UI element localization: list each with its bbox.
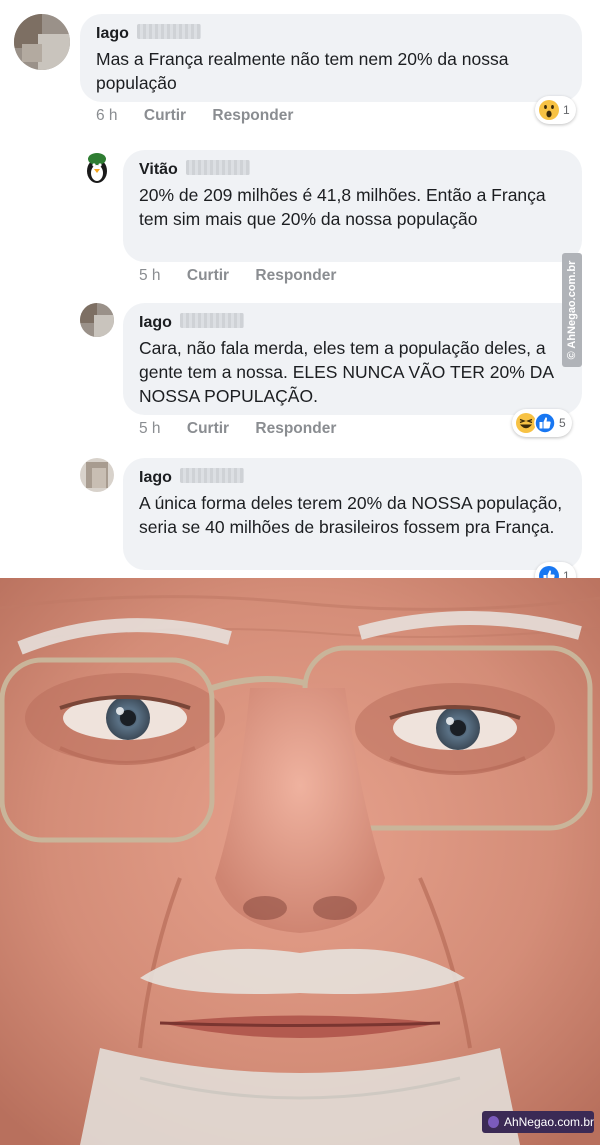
comment-text: A única forma deles terem 20% da NOSSA p… bbox=[139, 493, 563, 537]
comment-actions: 5 h Curtir Responder bbox=[139, 267, 358, 285]
like-button[interactable]: Curtir bbox=[144, 107, 186, 124]
comment-time[interactable]: 6 h bbox=[96, 107, 118, 124]
reaction-summary[interactable]: 1 bbox=[535, 96, 576, 124]
blurred-surname bbox=[179, 468, 244, 483]
reply-button[interactable]: Responder bbox=[255, 420, 336, 437]
blurred-surname bbox=[136, 24, 201, 39]
side-watermark: © AhNegao.com.br bbox=[562, 253, 582, 367]
comment-text: Cara, não fala merda, eles tem a populaç… bbox=[139, 338, 554, 406]
site-watermark-badge: AhNegao.com.br bbox=[482, 1111, 594, 1133]
avatar[interactable] bbox=[80, 150, 114, 184]
comment-thread: Iago Mas a França realmente não tem nem … bbox=[0, 0, 600, 578]
comment-time[interactable]: 5 h bbox=[139, 267, 161, 284]
comment-text: Mas a França realmente não tem nem 20% d… bbox=[96, 49, 509, 93]
like-button[interactable]: Curtir bbox=[187, 267, 229, 284]
blurred-surname bbox=[185, 160, 250, 175]
reply-button[interactable]: Responder bbox=[255, 267, 336, 284]
blurred-surname bbox=[179, 313, 244, 328]
logo-icon bbox=[488, 1116, 499, 1128]
avatar[interactable] bbox=[80, 458, 114, 492]
comment-bubble: Vitão 20% de 209 milhões é 41,8 milhões.… bbox=[123, 150, 582, 262]
comment-bubble: Iago Mas a França realmente não tem nem … bbox=[80, 14, 582, 102]
reaction-summary[interactable]: 1 bbox=[535, 562, 576, 578]
comment-bubble: Iago A única forma deles terem 20% da NO… bbox=[123, 458, 582, 570]
comment-author[interactable]: Iago bbox=[139, 469, 172, 487]
comment-actions: 6 h Curtir Responder bbox=[96, 107, 315, 125]
wow-icon bbox=[539, 100, 559, 120]
avatar[interactable] bbox=[80, 303, 114, 337]
like-icon bbox=[539, 566, 559, 578]
reaction-count: 1 bbox=[563, 103, 570, 117]
side-watermark-text: © AhNegao.com.br bbox=[566, 260, 578, 360]
reaction-face-photo bbox=[0, 578, 600, 1145]
comment-actions: 5 h Curtir Responder bbox=[139, 420, 358, 438]
comment-author[interactable]: Iago bbox=[96, 25, 129, 43]
like-button[interactable]: Curtir bbox=[187, 420, 229, 437]
comment-bubble: Iago Cara, não fala merda, eles tem a po… bbox=[123, 303, 582, 415]
reply-button[interactable]: Responder bbox=[212, 107, 293, 124]
reaction-count: 5 bbox=[559, 416, 566, 430]
comment-time[interactable]: 5 h bbox=[139, 420, 161, 437]
like-icon bbox=[534, 412, 556, 434]
avatar[interactable] bbox=[14, 14, 70, 70]
comment-author[interactable]: Iago bbox=[139, 314, 172, 332]
site-watermark-text: AhNegao.com.br bbox=[503, 1115, 594, 1129]
reaction-count: 1 bbox=[563, 569, 570, 578]
comment-text: 20% de 209 milhões é 41,8 milhões. Então… bbox=[139, 185, 546, 229]
comment-author[interactable]: Vitão bbox=[139, 161, 178, 179]
reaction-summary[interactable]: 5 bbox=[512, 409, 572, 437]
